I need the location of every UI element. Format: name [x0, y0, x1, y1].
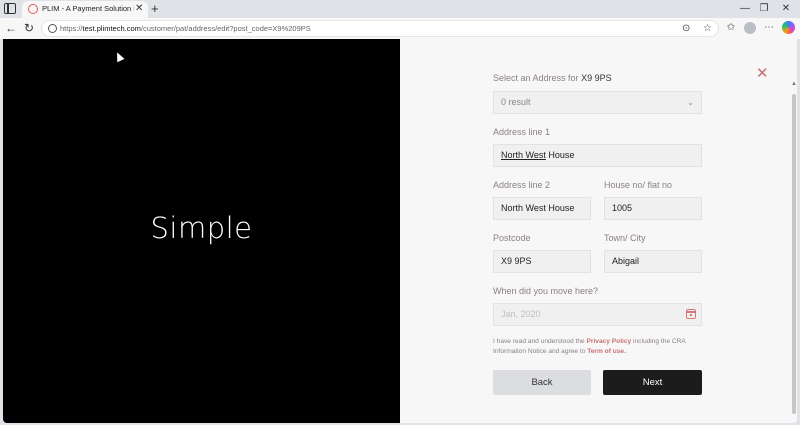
profile-icon[interactable] — [744, 22, 756, 34]
privacy-policy-link[interactable]: Privacy Policy — [586, 338, 631, 345]
url-text[interactable]: https://test.plimtech.com/customer/pat/a… — [60, 24, 311, 33]
lock-icon[interactable] — [48, 24, 57, 33]
address-line1-input[interactable]: North West House — [493, 144, 702, 167]
browser-tab[interactable]: PLIM - A Payment Solution For Th ✕ — [22, 1, 148, 18]
favorites-icon[interactable]: ✩ — [724, 20, 738, 36]
select-address-label: Select an Address for X9 9PS — [493, 73, 612, 83]
hero-text: Simple — [150, 211, 253, 245]
next-button[interactable]: Next — [603, 370, 702, 395]
browser-toolbar: ← ↻ https://test.plimtech.com/customer/p… — [0, 18, 800, 39]
star-icon[interactable]: ☆ — [703, 22, 712, 36]
mouse-cursor — [113, 50, 125, 63]
back-icon[interactable]: ← — [4, 20, 18, 36]
move-date-input[interactable]: Jan, 2020 — [493, 303, 702, 326]
close-window-icon[interactable]: ✕ — [779, 1, 793, 16]
address-line1-label: Address line 1 — [493, 127, 551, 137]
maximize-icon[interactable]: ❐ — [757, 1, 771, 16]
postcode-label: Postcode — [493, 233, 531, 243]
consent-text: I have read and understood the Privacy P… — [493, 338, 686, 355]
hero-panel: Simple — [3, 39, 400, 423]
tab-title: PLIM - A Payment Solution For Th — [42, 4, 134, 13]
back-button[interactable]: Back — [493, 370, 591, 395]
select-postcode: X9 9PS — [581, 73, 612, 83]
close-tab-icon[interactable]: ✕ — [135, 2, 143, 16]
scroll-up-icon[interactable]: ▲ — [791, 81, 797, 87]
minimize-icon[interactable]: — — [738, 1, 752, 16]
address-line1-underlined: North West — [501, 150, 546, 160]
tab-actions-icon[interactable] — [4, 3, 16, 14]
address-line1-rest: House — [545, 150, 575, 160]
chevron-down-icon: ⌄ — [687, 98, 694, 107]
reader-icon[interactable]: ⊙ — [682, 22, 690, 36]
refresh-icon[interactable]: ↻ — [22, 20, 36, 36]
move-date-label: When did you move here? — [493, 286, 599, 296]
address-select-value: 0 result — [501, 97, 531, 107]
move-date-placeholder: Jan, 2020 — [501, 309, 541, 319]
calendar-icon[interactable] — [686, 309, 696, 319]
address-line2-label: Address line 2 — [493, 180, 551, 190]
address-select[interactable]: 0 result ⌄ — [493, 91, 702, 114]
tab-bar: PLIM - A Payment Solution For Th ✕ + — ❐… — [0, 0, 800, 18]
house-number-label: House no/ flat no — [604, 180, 673, 190]
page-viewport: Simple ✕ ▲ Select an Address for X9 9PS … — [3, 39, 797, 423]
favicon-icon — [28, 4, 38, 14]
town-input[interactable]: Abigail — [604, 250, 702, 273]
close-icon[interactable]: ✕ — [756, 65, 769, 81]
address-bar[interactable]: https://test.plimtech.com/customer/pat/a… — [41, 20, 719, 37]
copilot-icon[interactable] — [782, 21, 795, 34]
house-number-input[interactable]: 1005 — [604, 197, 702, 220]
terms-of-use-link[interactable]: Term of use — [587, 348, 624, 355]
address-line2-input[interactable]: North West House — [493, 197, 591, 220]
scrollbar[interactable] — [792, 94, 796, 414]
new-tab-icon[interactable]: + — [151, 0, 159, 17]
postcode-input[interactable]: X9 9PS — [493, 250, 591, 273]
menu-icon[interactable]: ⋯ — [762, 20, 776, 36]
town-label: Town/ City — [604, 233, 646, 243]
